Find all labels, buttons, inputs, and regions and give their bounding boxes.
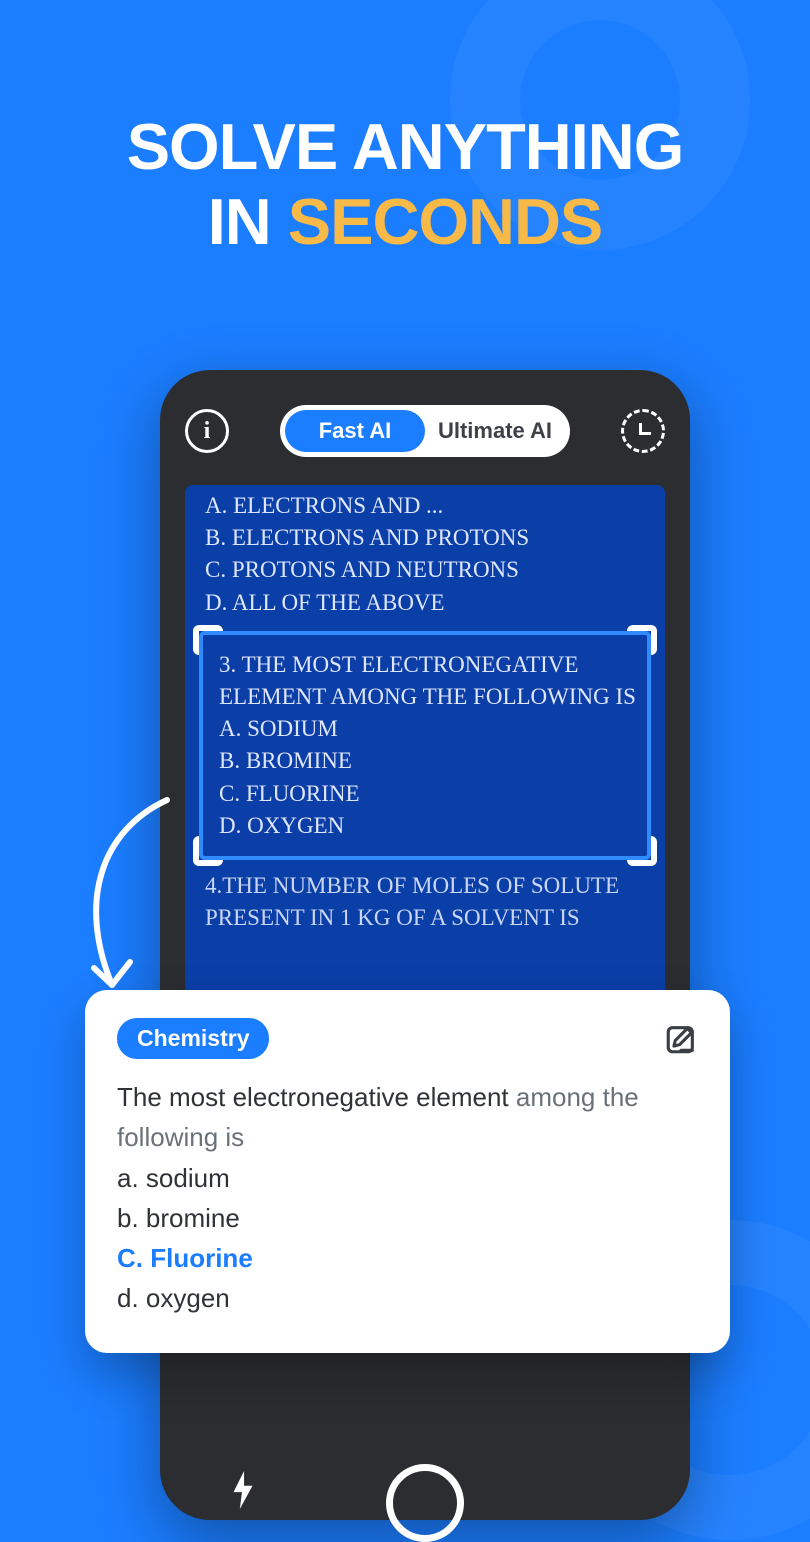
crop-handle-br[interactable] [627,836,657,866]
info-icon[interactable]: i [185,409,229,453]
ai-mode-segmented[interactable]: Fast AI Ultimate AI [280,405,570,457]
option-a: a. sodium [117,1158,698,1198]
fast-ai-tab[interactable]: Fast AI [285,410,425,452]
history-icon[interactable] [621,409,665,453]
crop-handle-tr[interactable] [627,625,657,655]
answer-card: Chemistry The most electronegative eleme… [85,990,730,1353]
shutter-button[interactable] [386,1464,464,1542]
headline-accent: SECONDS [288,185,602,258]
subject-badge[interactable]: Chemistry [117,1018,269,1059]
edit-icon[interactable] [664,1022,698,1056]
ultimate-ai-tab[interactable]: Ultimate AI [425,410,565,452]
crop-handle-tl[interactable] [193,625,223,655]
scan-area[interactable]: A. ELECTRONS AND ... B. ELECTRONS AND PR… [185,485,665,1005]
option-c-answer: C. Fluorine [117,1238,698,1278]
headline-line2: IN SECONDS [0,185,810,260]
flash-icon[interactable] [230,1471,256,1518]
option-d: d. oxygen [117,1278,698,1318]
topbar: i Fast AI Ultimate AI [185,405,665,457]
scan-post-lines: 4.THE NUMBER OF MOLES OF SOLUTE PRESENT … [205,870,645,934]
crop-overlay[interactable]: 3. THE MOST ELECTRONEGATIVE ELEMENT AMON… [199,631,651,860]
arrow-icon [72,790,192,1010]
headline: SOLVE ANYTHING IN SECONDS [0,110,810,260]
option-b: b. bromine [117,1198,698,1238]
question-text: The most electronegative element among t… [117,1077,698,1158]
headline-line1: SOLVE ANYTHING [0,110,810,185]
crop-box: 3. THE MOST ELECTRONEGATIVE ELEMENT AMON… [199,631,651,860]
phone-bottom-bar [160,1460,690,1520]
scan-pre-lines: A. ELECTRONS AND ... B. ELECTRONS AND PR… [205,490,645,619]
crop-handle-bl[interactable] [193,836,223,866]
answer-body: The most electronegative element among t… [117,1077,698,1319]
